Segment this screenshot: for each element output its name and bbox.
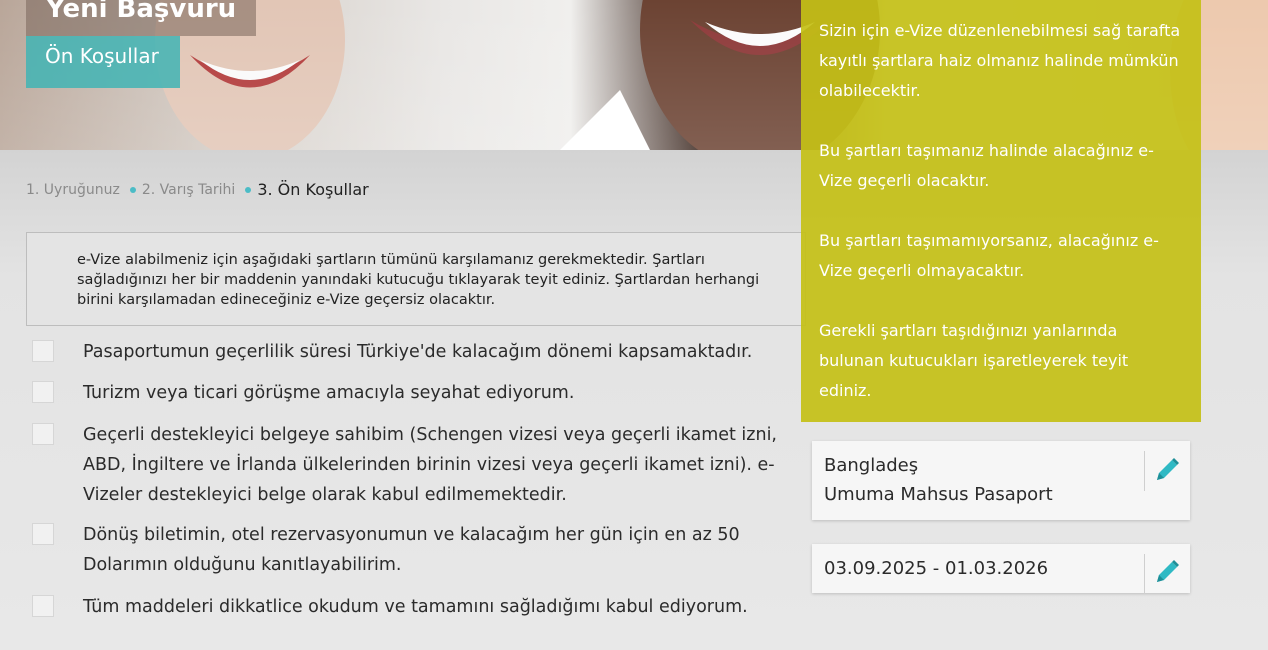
condition-text: Geçerli destekleyici belgeye sahibim (Sc… bbox=[83, 425, 777, 505]
step-2[interactable]: 2. Varış Tarihi bbox=[142, 182, 236, 198]
step-3-current: 3. Ön Koşullar bbox=[257, 180, 369, 199]
info-paragraph: Gerekli şartları taşıdığınızı yanlarında… bbox=[819, 321, 1129, 400]
dates-summary-card: 03.09.2025 - 01.03.2026 bbox=[812, 544, 1190, 594]
condition-item: Pasaportumun geçerlilik süresi Türkiye'd… bbox=[32, 337, 783, 367]
condition-checkbox[interactable] bbox=[32, 340, 54, 362]
condition-checkbox[interactable] bbox=[32, 595, 54, 617]
pencil-icon[interactable] bbox=[1152, 557, 1182, 587]
step-1[interactable]: 1. Uyruğunuz bbox=[26, 182, 120, 198]
step-dot-icon bbox=[129, 186, 136, 193]
condition-item: Tüm maddeleri dikkatlice okudum ve tamam… bbox=[32, 592, 803, 622]
page-subtitle: Ön Koşullar bbox=[26, 36, 180, 88]
info-paragraph: Bu şartları taşımamıyorsanız, alacağınız… bbox=[819, 231, 1159, 280]
condition-item: Geçerli destekleyici belgeye sahibim (Sc… bbox=[32, 420, 783, 510]
passport-type-value: Umuma Mahsus Pasaport bbox=[824, 484, 1053, 505]
condition-checkbox[interactable] bbox=[32, 523, 54, 545]
condition-item: Turizm veya ticari görüşme amacıyla seya… bbox=[32, 378, 783, 408]
divider bbox=[1144, 554, 1145, 594]
info-paragraph: Bu şartları taşımanız halinde alacağınız… bbox=[819, 141, 1154, 190]
divider bbox=[1144, 451, 1145, 491]
step-dot-icon bbox=[245, 186, 252, 193]
condition-text: Pasaportumun geçerlilik süresi Türkiye'd… bbox=[83, 342, 753, 362]
nationality-value: Bangladeş bbox=[824, 455, 919, 476]
info-panel: Sizin için e-Vize düzenlenebilmesi sağ t… bbox=[801, 0, 1201, 422]
condition-text: Dönüş biletimin, otel rezervasyonumun ve… bbox=[83, 525, 740, 575]
nationality-summary-card: Bangladeş Umuma Mahsus Pasaport bbox=[812, 441, 1190, 520]
notice-box: e-Vize alabilmeniz için aşağıdaki şartla… bbox=[26, 232, 806, 326]
condition-checkbox[interactable] bbox=[32, 381, 54, 403]
condition-text: Tüm maddeleri dikkatlice okudum ve tamam… bbox=[83, 597, 748, 617]
condition-item: Dönüş biletimin, otel rezervasyonumun ve… bbox=[32, 520, 783, 580]
pencil-icon[interactable] bbox=[1152, 455, 1182, 485]
page-title: Yeni Başvuru bbox=[26, 0, 257, 36]
step-breadcrumb: 1. Uyruğunuz 2. Varış Tarihi 3. Ön Koşul… bbox=[26, 180, 369, 199]
travel-dates-value: 03.09.2025 - 01.03.2026 bbox=[824, 558, 1049, 579]
info-paragraph: Sizin için e-Vize düzenlenebilmesi sağ t… bbox=[819, 21, 1181, 100]
condition-text: Turizm veya ticari görüşme amacıyla seya… bbox=[83, 383, 575, 403]
condition-checkbox[interactable] bbox=[32, 423, 54, 445]
